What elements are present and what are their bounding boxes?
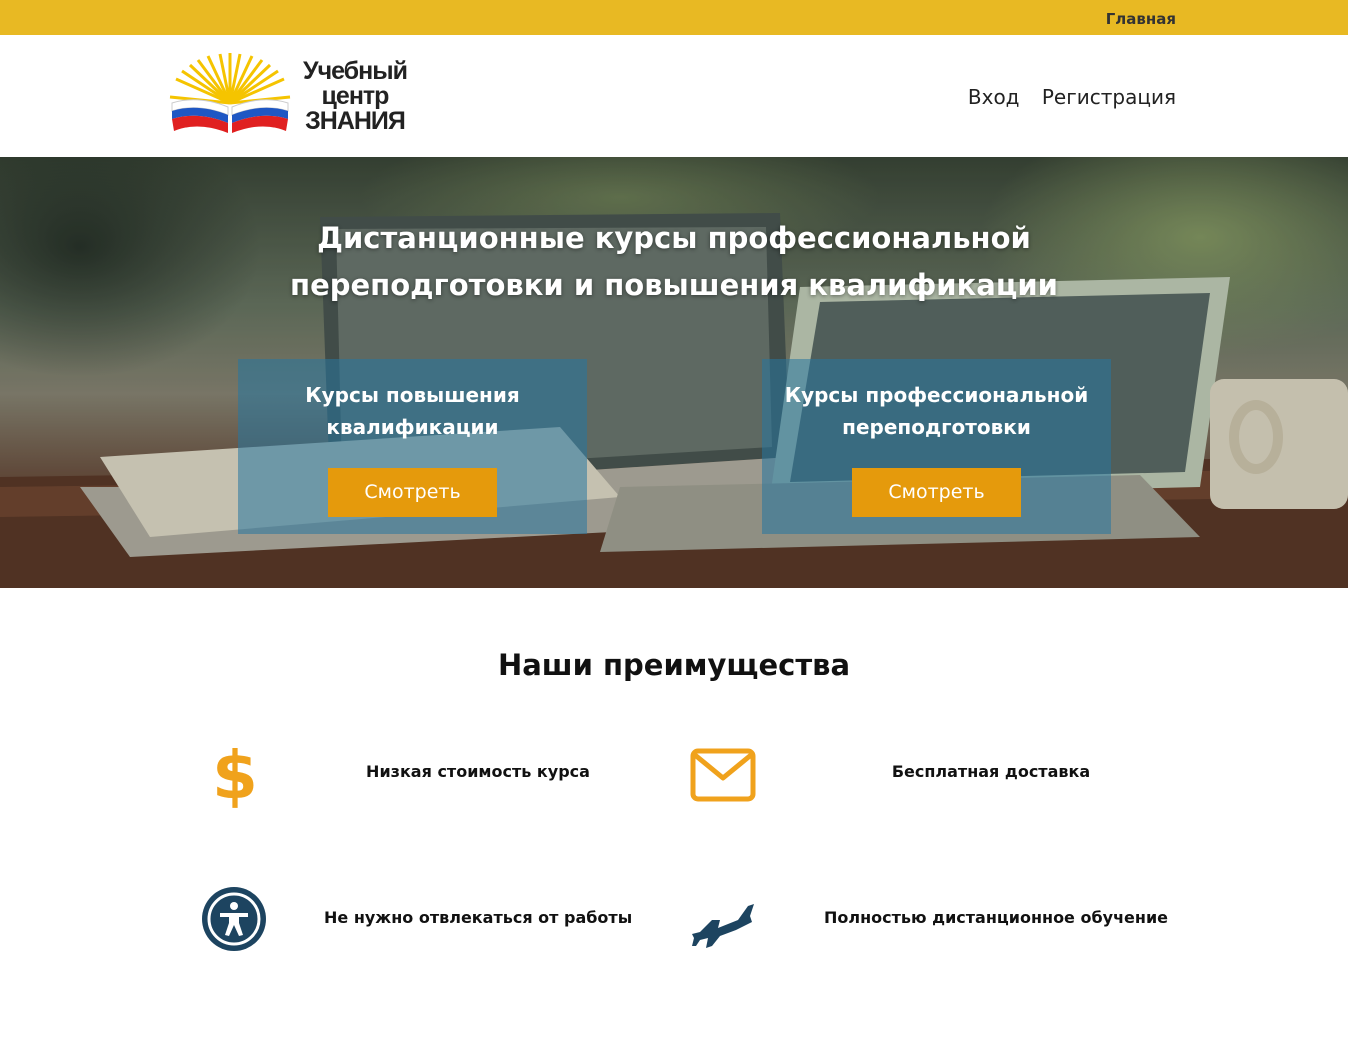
- advantage-label: Полностью дистанционное обучение: [824, 908, 1169, 927]
- fighter-jet-icon: [692, 904, 754, 948]
- svg-text:$: $: [214, 738, 256, 808]
- advantage-label: Бесплатная доставка: [891, 762, 1091, 781]
- site-header: Учебный центр ЗНАНИЯ Вход Регистрация: [0, 35, 1348, 157]
- view-qualification-courses-button[interactable]: Смотреть: [328, 468, 497, 517]
- logo-text: Учебный центр ЗНАНИЯ: [303, 57, 408, 135]
- advantage-label: Не нужно отвлекаться от работы: [324, 908, 633, 927]
- advantage-label: Низкая стоимость курса: [366, 762, 590, 781]
- advantages-title: Наши преимущества: [497, 648, 851, 682]
- view-retraining-courses-button[interactable]: Смотреть: [852, 468, 1021, 517]
- login-link[interactable]: Вход: [968, 85, 1020, 109]
- auth-nav: Вход Регистрация: [952, 85, 1176, 109]
- register-link[interactable]: Регистрация: [1042, 85, 1176, 109]
- logo[interactable]: Учебный центр ЗНАНИЯ: [168, 51, 418, 141]
- course-card-qualification: Курсы повышения квалификации Смотреть: [238, 359, 587, 534]
- dollar-icon: $: [214, 738, 256, 808]
- hero-banner: Дистанционные курсы профессиональной пер…: [0, 157, 1348, 588]
- top-bar: Главная: [0, 0, 1348, 35]
- accessibility-icon: [202, 887, 266, 951]
- course-card-retraining: Курсы профессиональной переподготовки См…: [762, 359, 1111, 534]
- logo-sun-book-icon: [169, 53, 291, 133]
- course-card-title: Курсы повышения квалификации: [305, 383, 520, 439]
- envelope-icon: [690, 748, 756, 802]
- home-link[interactable]: Главная: [1106, 10, 1176, 28]
- hero-title: Дистанционные курсы профессиональной пер…: [290, 221, 1058, 302]
- course-card-title: Курсы профессиональной переподготовки: [784, 383, 1089, 439]
